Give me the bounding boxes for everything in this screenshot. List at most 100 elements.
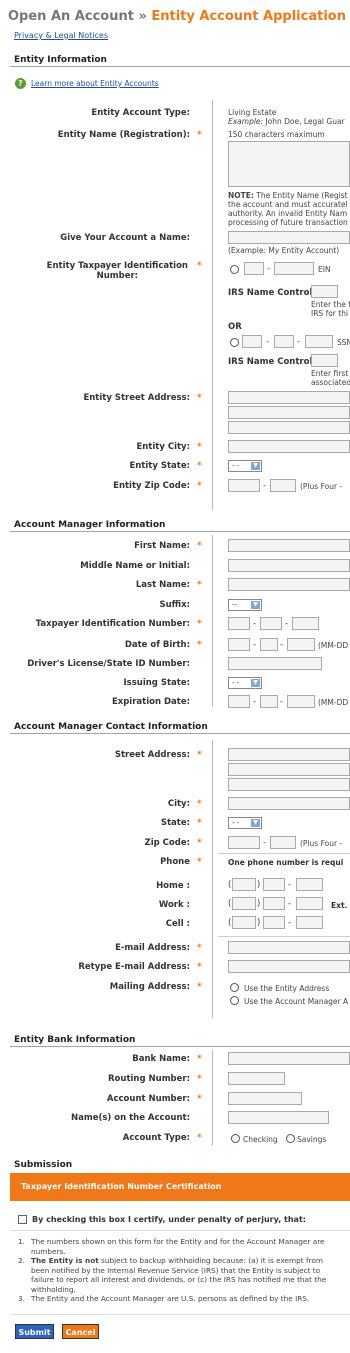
exp-year[interactable] bbox=[287, 695, 315, 708]
cert-item-1: The numbers shown on this form for the E… bbox=[31, 1237, 325, 1246]
contact-city-input[interactable] bbox=[228, 797, 350, 810]
manager-section-title: Account Manager Information bbox=[14, 520, 166, 530]
cell-line[interactable] bbox=[296, 916, 323, 929]
entity-type-value: Living Estate bbox=[228, 108, 277, 117]
required-marker: * bbox=[197, 1133, 202, 1143]
dob-month[interactable] bbox=[228, 638, 250, 651]
dob-day[interactable] bbox=[260, 638, 278, 651]
city-input[interactable] bbox=[228, 440, 350, 453]
cell-phone-label: Cell : bbox=[165, 919, 190, 929]
dob-year[interactable] bbox=[287, 638, 315, 651]
dash: - bbox=[263, 838, 267, 848]
home-line[interactable] bbox=[296, 878, 323, 891]
privacy-link[interactable]: Privacy & Legal Notices bbox=[14, 31, 108, 40]
routing-label: Routing Number: bbox=[108, 1074, 190, 1084]
irs-note: Enter first bbox=[311, 369, 349, 378]
contact-section-title: Account Manager Contact Information bbox=[14, 722, 208, 732]
note-line: processing of future transaction bbox=[228, 218, 348, 227]
ssn-part1-input[interactable] bbox=[242, 335, 262, 348]
bank-name-input[interactable] bbox=[228, 1052, 350, 1065]
home-phone-label: Home : bbox=[156, 881, 190, 891]
work-prefix[interactable] bbox=[263, 897, 285, 910]
required-marker: * bbox=[197, 818, 202, 828]
email-input[interactable] bbox=[228, 941, 350, 954]
phone-divider bbox=[218, 853, 350, 854]
routing-input[interactable] bbox=[228, 1072, 285, 1085]
mailing-manager-radio[interactable] bbox=[230, 996, 239, 1005]
dash: - bbox=[280, 697, 284, 707]
cancel-button[interactable]: Cancel bbox=[62, 1324, 99, 1339]
middle-name-input[interactable] bbox=[228, 559, 350, 572]
checking-radio[interactable] bbox=[231, 1134, 240, 1143]
state-label: Entity State: bbox=[129, 461, 190, 471]
work-area-code[interactable] bbox=[232, 897, 256, 910]
street-input-3[interactable] bbox=[228, 421, 350, 434]
irs-control-input-2[interactable] bbox=[311, 354, 338, 367]
suffix-select[interactable]: -- ▼ bbox=[228, 599, 262, 611]
street-input-2[interactable] bbox=[228, 406, 350, 419]
expiration-label: Expiration Date: bbox=[111, 697, 190, 707]
home-prefix[interactable] bbox=[263, 878, 285, 891]
zip-input[interactable] bbox=[228, 479, 260, 492]
dash: - bbox=[288, 880, 292, 890]
manager-tin-part3[interactable] bbox=[292, 617, 319, 630]
ssn-radio[interactable] bbox=[230, 338, 239, 347]
work-line[interactable] bbox=[296, 897, 323, 910]
account-number-input[interactable] bbox=[228, 1092, 302, 1105]
contact-zip-label: Zip Code: bbox=[144, 838, 190, 848]
irs-control-input-1[interactable] bbox=[311, 285, 338, 298]
first-name-input[interactable] bbox=[228, 539, 350, 552]
home-area-code[interactable] bbox=[232, 878, 256, 891]
ssn-part2-input[interactable] bbox=[274, 335, 294, 348]
issuing-state-select[interactable]: - - ▼ bbox=[228, 677, 262, 689]
chevron-down-icon: ▼ bbox=[251, 679, 260, 687]
contact-street-1[interactable] bbox=[228, 748, 350, 761]
middle-name-label: Middle Name or Initial: bbox=[80, 561, 190, 571]
ein-prefix-input[interactable] bbox=[244, 262, 264, 275]
manager-tin-part2[interactable] bbox=[260, 617, 282, 630]
cert-bottom-divider bbox=[10, 1314, 350, 1315]
section-divider bbox=[10, 1046, 350, 1047]
license-input[interactable] bbox=[228, 657, 322, 670]
contact-zip-plus4[interactable] bbox=[270, 836, 296, 849]
contact-street-2[interactable] bbox=[228, 763, 350, 776]
cert-list: 1. The numbers shown on this form for the… bbox=[18, 1237, 327, 1303]
column-divider bbox=[212, 100, 213, 510]
required-marker: * bbox=[197, 799, 202, 809]
mailing-entity-radio[interactable] bbox=[230, 983, 239, 992]
contact-city-label: City: bbox=[167, 799, 190, 809]
state-select-value: - - bbox=[232, 462, 240, 470]
ein-suffix-input[interactable] bbox=[274, 262, 314, 275]
ssn-part3-input[interactable] bbox=[305, 335, 333, 348]
account-names-input[interactable] bbox=[228, 1111, 329, 1124]
contact-zip-input[interactable] bbox=[228, 836, 260, 849]
street-input-1[interactable] bbox=[228, 391, 350, 404]
cell-prefix[interactable] bbox=[263, 916, 285, 929]
license-label: Driver's License/State ID Number: bbox=[27, 659, 190, 669]
learn-more-link[interactable]: Learn more about Entity Accounts bbox=[31, 79, 159, 88]
phone-label: Phone bbox=[160, 857, 190, 867]
irs-note: associated bbox=[311, 378, 350, 387]
certification-title: Taxpayer Identification Number Certifica… bbox=[21, 1182, 222, 1191]
last-name-input[interactable] bbox=[228, 578, 350, 591]
savings-radio[interactable] bbox=[286, 1134, 295, 1143]
cert-item-2-bold: The Entity is not bbox=[31, 1256, 99, 1265]
ext-label: Ext. bbox=[331, 901, 348, 910]
contact-state-select[interactable]: - - ▼ bbox=[228, 817, 262, 829]
retype-email-input[interactable] bbox=[228, 960, 350, 973]
submit-button[interactable]: Submit bbox=[15, 1324, 54, 1339]
zip-plus4-input[interactable] bbox=[270, 479, 296, 492]
chevron-down-icon: ▼ bbox=[251, 601, 260, 609]
suffix-select-value: -- bbox=[232, 601, 238, 609]
irs-control-label: IRS Name Control: bbox=[228, 288, 316, 298]
exp-month[interactable] bbox=[228, 695, 250, 708]
manager-tin-part1[interactable] bbox=[228, 617, 250, 630]
contact-street-3[interactable] bbox=[228, 778, 350, 791]
certify-checkbox[interactable] bbox=[18, 1215, 27, 1224]
exp-day[interactable] bbox=[260, 695, 278, 708]
ein-radio[interactable] bbox=[230, 265, 239, 274]
account-name-input[interactable] bbox=[228, 231, 350, 244]
entity-name-textarea[interactable] bbox=[228, 141, 350, 187]
cell-area-code[interactable] bbox=[232, 916, 256, 929]
state-select[interactable]: - - ▼ bbox=[228, 460, 262, 472]
